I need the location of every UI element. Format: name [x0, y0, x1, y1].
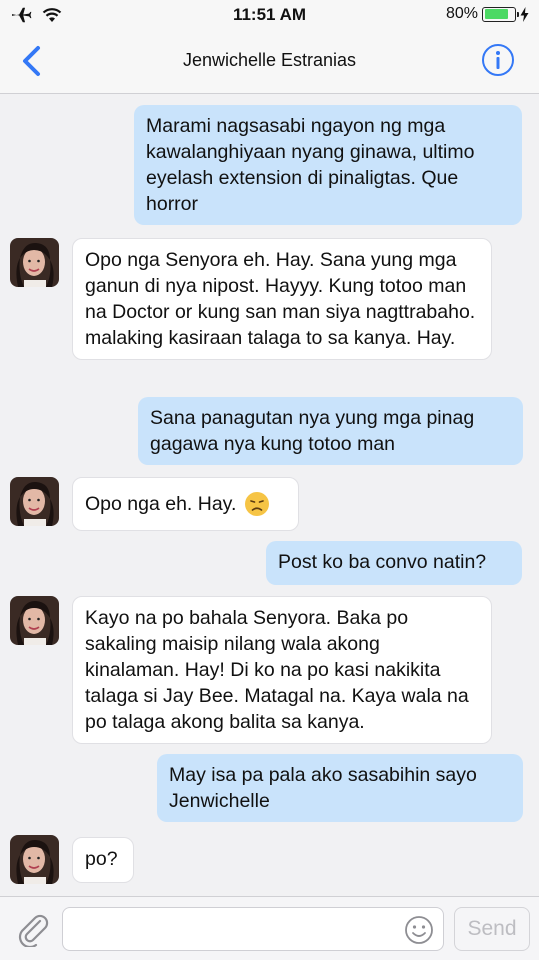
conversation-thread[interactable]: Marami nagsasabi ngayon ng mga kawalangh… — [0, 95, 539, 895]
info-icon[interactable] — [481, 43, 515, 77]
outgoing-message-bubble[interactable]: Marami nagsasabi ngayon ng mga kawalangh… — [134, 105, 522, 225]
message-text: Kayo na po bahala Senyora. Baka po sakal… — [85, 607, 469, 733]
outgoing-message-bubble[interactable]: Post ko ba convo natin? — [266, 541, 522, 585]
message-text: May isa pa pala ako sasabihin sayo Jenwi… — [169, 764, 477, 812]
outgoing-message-bubble[interactable]: Sana panagutan nya yung mga pinag gagawa… — [138, 397, 523, 465]
emoji-smiley-icon[interactable] — [404, 915, 434, 945]
contact-avatar[interactable] — [10, 835, 59, 884]
avatar-image — [10, 835, 59, 884]
incoming-message-bubble[interactable]: po? — [72, 837, 134, 883]
contact-avatar[interactable] — [10, 596, 59, 645]
contact-name-title[interactable]: Jenwichelle Estranias — [0, 50, 539, 71]
navigation-bar: Jenwichelle Estranias — [0, 30, 539, 94]
message-input[interactable] — [62, 907, 444, 951]
battery-fill — [484, 9, 508, 19]
status-bar: 11:51 AM 80% — [0, 0, 539, 30]
incoming-message-bubble[interactable]: Opo nga Senyora eh. Hay. Sana yung mga g… — [72, 238, 492, 360]
avatar-image — [10, 477, 59, 526]
disappointed-face-emoji-icon — [245, 492, 270, 516]
outgoing-message-bubble[interactable]: May isa pa pala ako sasabihin sayo Jenwi… — [157, 754, 523, 822]
message-text: Marami nagsasabi ngayon ng mga kawalangh… — [146, 115, 475, 215]
send-button[interactable]: Send — [454, 907, 530, 951]
battery-icon — [482, 6, 519, 22]
charging-bolt-icon — [520, 6, 529, 22]
incoming-message-bubble[interactable]: Kayo na po bahala Senyora. Baka po sakal… — [72, 596, 492, 744]
contact-avatar[interactable] — [10, 238, 59, 287]
message-text: Post ko ba convo natin? — [278, 551, 487, 573]
avatar-image — [10, 596, 59, 645]
message-text: Opo nga Senyora eh. Hay. Sana yung mga g… — [85, 249, 476, 349]
incoming-message-bubble[interactable]: Opo nga eh. Hay. — [72, 477, 299, 531]
contact-avatar[interactable] — [10, 477, 59, 526]
message-text: Sana panagutan nya yung mga pinag gagawa… — [150, 407, 475, 455]
status-right: 80% — [446, 5, 529, 23]
paperclip-icon[interactable] — [16, 911, 50, 947]
message-text: Opo nga eh. Hay. — [85, 493, 237, 515]
battery-percentage: 80% — [445, 5, 478, 22]
message-text: po? — [85, 848, 118, 870]
message-composer: Send — [0, 896, 539, 960]
avatar-image — [10, 238, 59, 287]
